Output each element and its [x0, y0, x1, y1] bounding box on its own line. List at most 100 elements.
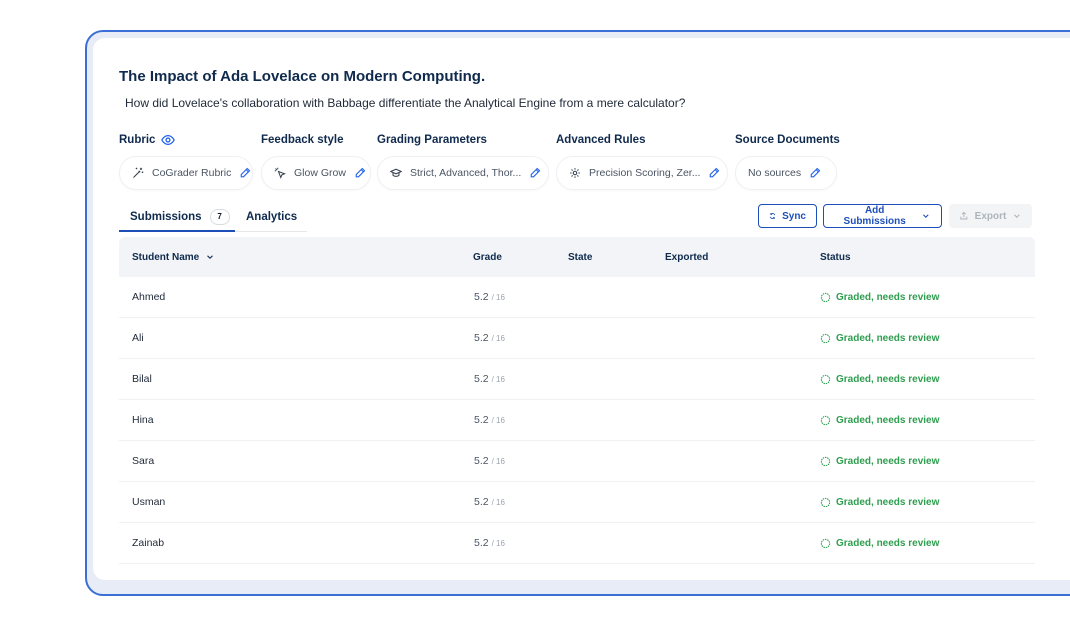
student-name: Bilal [132, 373, 152, 385]
status-header[interactable]: Status [820, 237, 851, 277]
grade-max: / 16 [491, 456, 505, 466]
status-cell: Graded, needs review [820, 482, 939, 522]
pencil-icon[interactable] [529, 167, 541, 179]
status-cell: Graded, needs review [820, 318, 939, 358]
status-cell: Graded, needs review [820, 441, 939, 481]
sync-label: Sync [782, 210, 806, 222]
advanced-rules-label: Advanced Rules [556, 134, 646, 146]
feedback-style-chip[interactable]: Glow Grow [261, 156, 371, 190]
student-name: Zainab [132, 537, 165, 549]
source-documents-setting: Source Documents No sources [735, 132, 840, 190]
feedback-style-setting: Feedback style Glow Grow [261, 132, 371, 190]
status-text: Graded, needs review [836, 332, 940, 344]
student-name-header[interactable]: Student Name [132, 237, 215, 277]
grade-max: / 16 [491, 415, 505, 425]
pencil-icon[interactable] [708, 167, 720, 179]
status-circle-icon [820, 292, 831, 302]
tab-divider [235, 231, 307, 232]
table-body: Ahmed 5.2/ 16 Graded, needs review Ali 5… [119, 277, 1035, 564]
table-row[interactable]: Usman 5.2/ 16 Graded, needs review [119, 482, 1035, 523]
table-row[interactable]: Ali 5.2/ 16 Graded, needs review [119, 318, 1035, 359]
status-circle-icon [820, 374, 831, 384]
pencil-icon[interactable] [239, 167, 251, 179]
grade-header[interactable]: Grade [473, 237, 502, 277]
grade-max: / 16 [491, 497, 505, 507]
status-cell: Graded, needs review [820, 277, 939, 317]
rubric-setting: Rubric CoGrader Rubric [119, 132, 253, 190]
feedback-style-label: Feedback style [261, 134, 344, 146]
grading-parameters-label: Grading Parameters [377, 134, 487, 146]
table-row[interactable]: Zainab 5.2/ 16 Graded, needs review [119, 523, 1035, 564]
grading-parameters-chip[interactable]: Strict, Advanced, Thor... [377, 156, 549, 190]
grade-max: / 16 [491, 333, 505, 343]
grade-value: 5.2 [474, 496, 489, 508]
refresh-icon [769, 213, 776, 219]
status-text: Graded, needs review [836, 373, 940, 385]
table-row[interactable]: Hina 5.2/ 16 Graded, needs review [119, 400, 1035, 441]
source-documents-label: Source Documents [735, 134, 840, 146]
student-name: Ali [132, 332, 144, 344]
grading-parameters-value: Strict, Advanced, Thor... [410, 167, 522, 179]
assignment-card: The Impact of Ada Lovelace on Modern Com… [93, 38, 1070, 580]
student-name: Ahmed [132, 291, 166, 303]
feedback-style-value: Glow Grow [294, 167, 346, 179]
status-text: Graded, needs review [836, 414, 940, 426]
tab-submissions-label: Submissions [130, 211, 202, 223]
export-button[interactable]: Export [949, 204, 1032, 228]
table-header: Student Name Grade State Exported Status [119, 237, 1035, 277]
grade-value: 5.2 [474, 291, 489, 303]
grade-value: 5.2 [474, 537, 489, 549]
source-documents-value: No sources [748, 167, 802, 179]
status-cell: Graded, needs review [820, 523, 939, 563]
status-text: Graded, needs review [836, 537, 940, 549]
submissions-table: Student Name Grade State Exported Status… [119, 237, 1035, 564]
export-icon [960, 211, 968, 220]
pencil-icon[interactable] [354, 167, 366, 179]
sync-button[interactable]: Sync [758, 204, 817, 228]
add-submissions-label: Add Submissions [843, 205, 906, 227]
chevron-down-icon [923, 214, 929, 218]
advanced-rules-chip[interactable]: Precision Scoring, Zer... [556, 156, 728, 190]
state-header[interactable]: State [568, 237, 592, 277]
grade-max: / 16 [491, 292, 505, 302]
status-text: Graded, needs review [836, 291, 940, 303]
grade-cell: 5.2/ 16 [474, 277, 505, 317]
status-cell: Graded, needs review [820, 400, 939, 440]
add-submissions-button[interactable]: Add Submissions [823, 204, 942, 228]
advanced-rules-value: Precision Scoring, Zer... [589, 167, 701, 179]
pencil-icon[interactable] [809, 167, 821, 179]
chevron-down-icon [207, 255, 214, 260]
grade-max: / 16 [491, 538, 505, 548]
table-row[interactable]: Bilal 5.2/ 16 Graded, needs review [119, 359, 1035, 400]
student-name: Sara [132, 455, 155, 467]
graduation-cap-icon [390, 167, 402, 179]
grade-value: 5.2 [474, 373, 489, 385]
student-name: Usman [132, 496, 166, 508]
grade-cell: 5.2/ 16 [474, 523, 505, 563]
eye-icon[interactable] [161, 133, 176, 147]
tab-submissions[interactable]: Submissions 7 [130, 206, 230, 228]
status-circle-icon [820, 456, 831, 466]
status-circle-icon [820, 538, 831, 548]
chevron-down-icon [1014, 214, 1020, 218]
assignment-question: How did Lovelace's collaboration with Ba… [125, 96, 686, 110]
exported-header[interactable]: Exported [665, 237, 708, 277]
tab-analytics-label: Analytics [246, 211, 298, 223]
export-label: Export [974, 210, 1007, 222]
source-documents-chip[interactable]: No sources [735, 156, 837, 190]
grade-value: 5.2 [474, 455, 489, 467]
grading-parameters-setting: Grading Parameters Strict, Advanced, Tho… [377, 132, 549, 190]
rubric-chip[interactable]: CoGrader Rubric [119, 156, 253, 190]
rubric-label-row: Rubric [119, 132, 253, 148]
assignment-title: The Impact of Ada Lovelace on Modern Com… [119, 68, 486, 85]
tab-analytics[interactable]: Analytics [246, 206, 297, 228]
status-circle-icon [820, 415, 831, 425]
sparkle-cursor-icon [274, 167, 286, 179]
gear-icon [569, 167, 581, 179]
table-row[interactable]: Sara 5.2/ 16 Graded, needs review [119, 441, 1035, 482]
student-name-header-label: Student Name [132, 251, 200, 263]
active-tab-indicator [119, 230, 235, 232]
table-row[interactable]: Ahmed 5.2/ 16 Graded, needs review [119, 277, 1035, 318]
status-text: Graded, needs review [836, 455, 940, 467]
status-cell: Graded, needs review [820, 359, 939, 399]
